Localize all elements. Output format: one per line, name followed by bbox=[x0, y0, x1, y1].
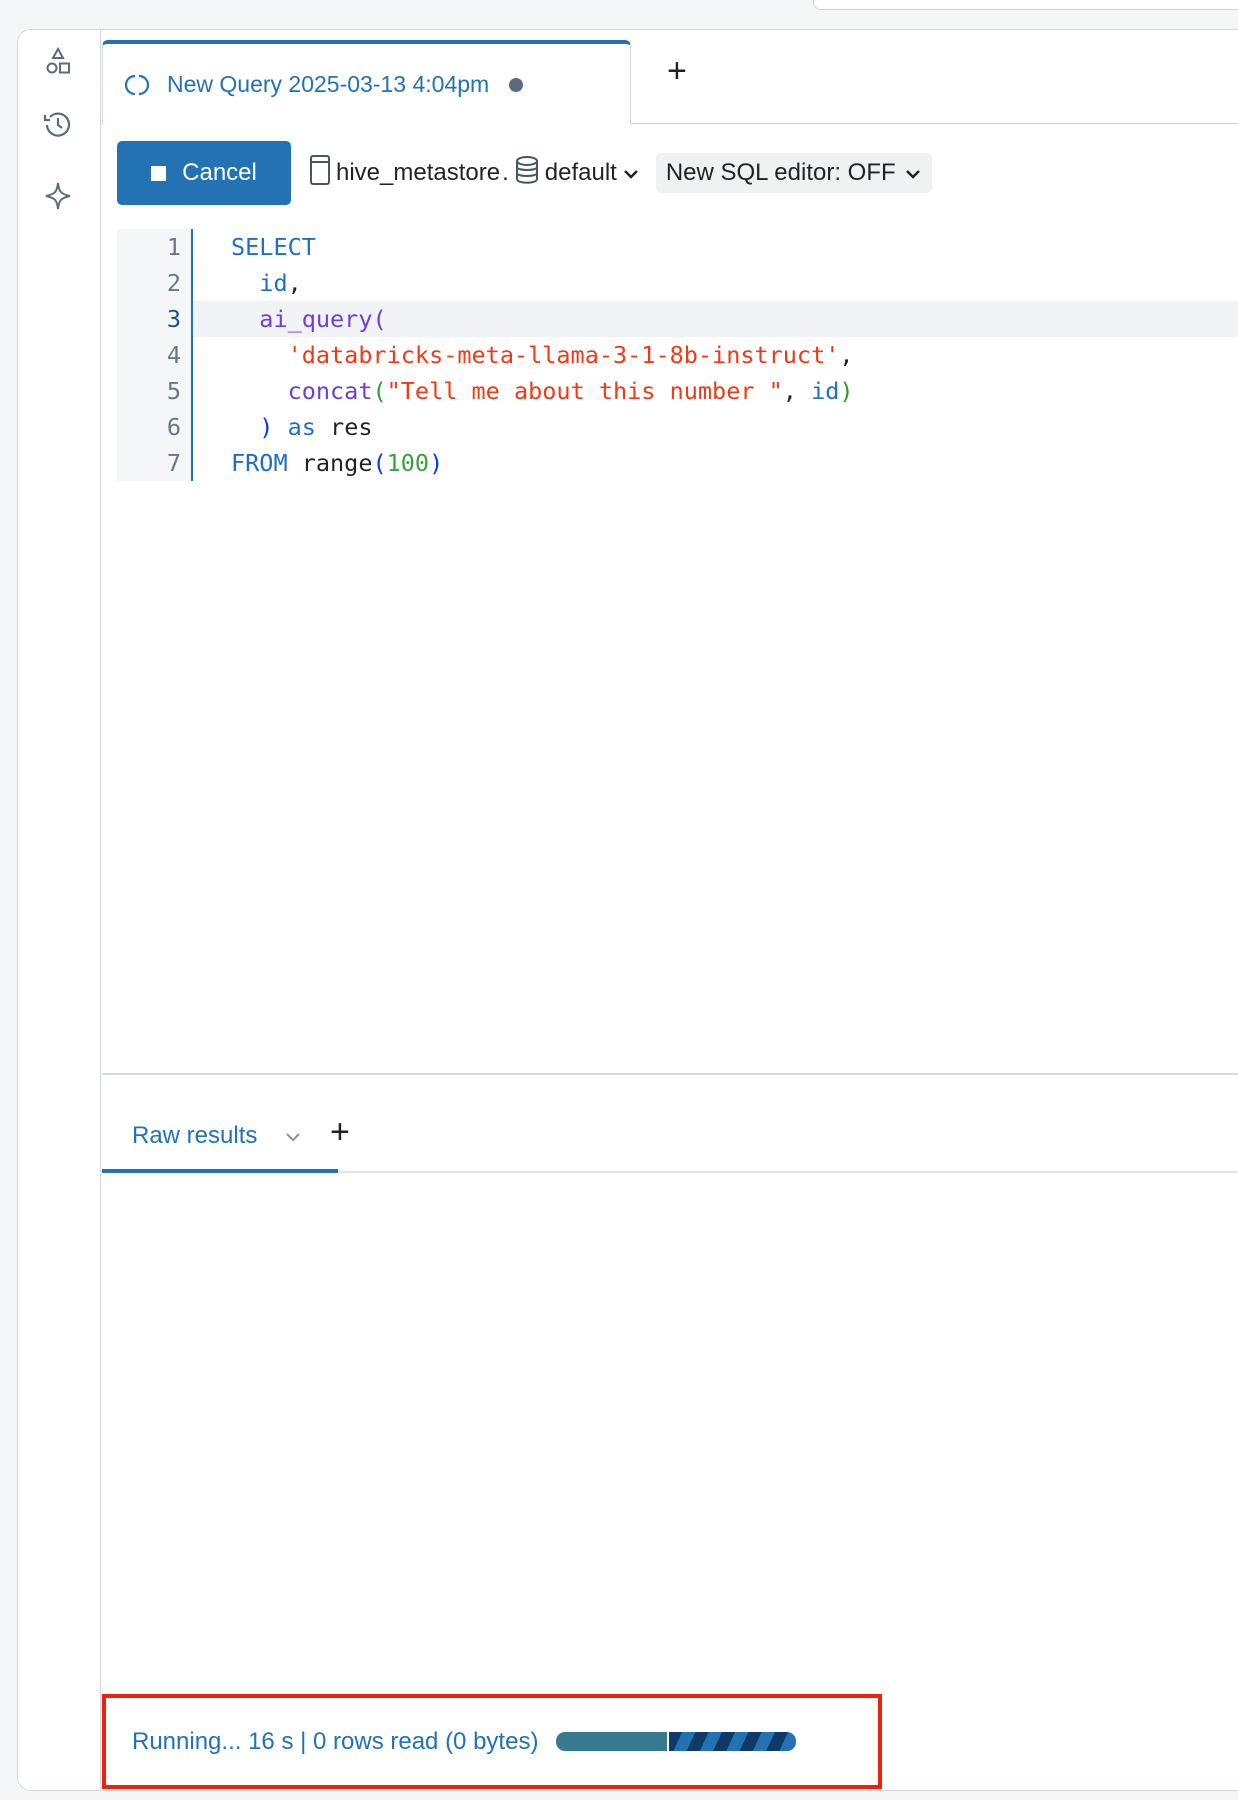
new-sql-editor-toggle[interactable]: New SQL editor: OFF bbox=[655, 153, 932, 193]
assistant-sparkle-icon[interactable] bbox=[40, 178, 76, 214]
chevron-down-icon[interactable] bbox=[285, 1126, 301, 1147]
left-sidebar bbox=[18, 30, 101, 1790]
code-editor[interactable]: 1 SELECT 2 id, 3 ai_query( 4 'databricks-… bbox=[117, 229, 1238, 481]
code-line: 2 id, bbox=[117, 265, 1238, 301]
progress-done bbox=[556, 1732, 670, 1751]
code-text: FROM range(100) bbox=[231, 449, 444, 477]
code-text: SELECT bbox=[231, 233, 316, 261]
line-number: 1 bbox=[117, 229, 193, 265]
query-tab-title: New Query 2025-03-13 4:04pm bbox=[167, 71, 490, 97]
line-number: 6 bbox=[117, 409, 193, 445]
code-line: 4 'databricks-meta-llama-3-1-8b-instruct… bbox=[117, 337, 1238, 373]
line-number: 3 bbox=[117, 301, 193, 337]
history-icon[interactable] bbox=[40, 107, 76, 143]
tab-raw-results[interactable]: Raw results bbox=[102, 1103, 338, 1173]
query-tab-strip: New Query 2025-03-13 4:04pm + bbox=[102, 30, 1238, 125]
progress-bar bbox=[556, 1732, 797, 1751]
code-text: ai_query( bbox=[259, 305, 387, 333]
schema-name: default bbox=[544, 159, 617, 186]
cancel-label: Cancel bbox=[182, 159, 257, 186]
query-status-bar: Running... 16 s | 0 rows read (0 bytes) bbox=[102, 1694, 882, 1789]
raw-results-label: Raw results bbox=[132, 1122, 258, 1149]
unsaved-dot-icon bbox=[509, 77, 524, 92]
query-tab[interactable]: New Query 2025-03-13 4:04pm bbox=[102, 40, 631, 125]
code-line: 6 ) as res bbox=[117, 409, 1238, 445]
catalog-name: hive_metastore bbox=[336, 159, 501, 186]
cancel-button[interactable]: Cancel bbox=[117, 141, 291, 205]
line-number: 5 bbox=[117, 373, 193, 409]
code-text: ) as res bbox=[259, 413, 373, 441]
editor-toolbar: Cancel hive_metastore. default New SQL e… bbox=[117, 141, 932, 205]
stop-icon bbox=[151, 165, 167, 181]
top-right-panel bbox=[813, 0, 1238, 10]
code-text: id, bbox=[259, 269, 302, 297]
code-text: 'databricks-meta-llama-3-1-8b-instruct', bbox=[287, 341, 854, 369]
catalog-icon bbox=[309, 154, 331, 193]
catalog-schema-selector[interactable]: hive_metastore. default bbox=[309, 154, 640, 193]
code-text: concat("Tell me about this number ", id) bbox=[287, 377, 854, 405]
code-line: 7 FROM range(100) bbox=[117, 445, 1238, 481]
database-icon bbox=[514, 155, 540, 192]
add-visualization-button[interactable]: + bbox=[330, 1113, 350, 1152]
schema-browser-icon[interactable] bbox=[40, 44, 76, 80]
code-line: 1 SELECT bbox=[117, 229, 1238, 265]
add-query-tab-button[interactable]: + bbox=[667, 52, 687, 91]
chevron-down-icon bbox=[904, 159, 922, 187]
code-line-active: 3 ai_query( bbox=[117, 301, 1238, 337]
status-text: Running... 16 s | 0 rows read (0 bytes) bbox=[132, 1727, 539, 1755]
code-line: 5 concat("Tell me about this number ", i… bbox=[117, 373, 1238, 409]
loading-spinner-icon bbox=[125, 73, 149, 97]
sql-editor-card: New Query 2025-03-13 4:04pm + Cancel hiv… bbox=[17, 29, 1238, 1791]
chevron-down-icon bbox=[622, 159, 640, 187]
catalog-separator: . bbox=[502, 159, 509, 186]
line-number: 2 bbox=[117, 265, 193, 301]
progress-running bbox=[669, 1732, 797, 1751]
editor-results-splitter[interactable] bbox=[102, 1073, 1238, 1075]
sql-editor-toggle-label: New SQL editor: OFF bbox=[665, 159, 896, 186]
line-number: 7 bbox=[117, 445, 193, 481]
results-tab-strip: Raw results + bbox=[102, 1103, 1238, 1173]
line-number: 4 bbox=[117, 337, 193, 373]
